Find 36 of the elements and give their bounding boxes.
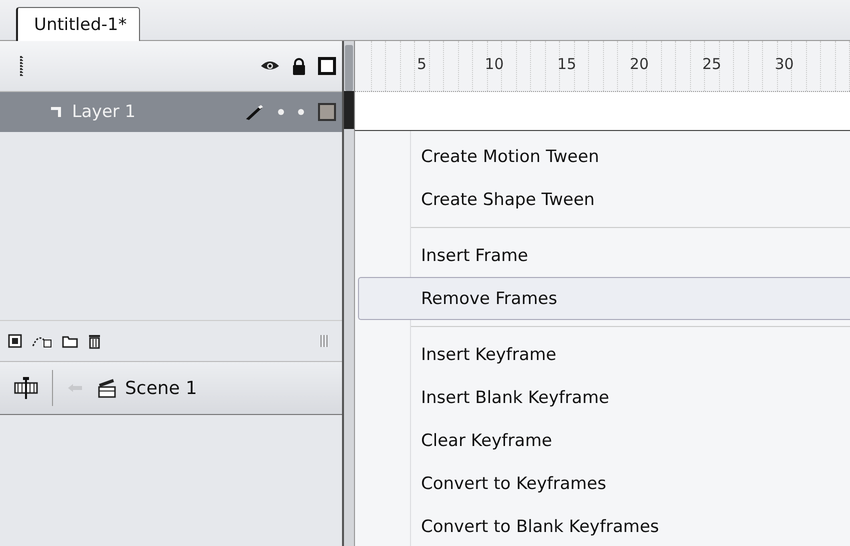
- layer-name: Layer 1: [72, 102, 136, 122]
- pencil-icon: [244, 104, 264, 120]
- frame-number: 30: [774, 55, 794, 73]
- new-layer-icon[interactable]: [8, 334, 22, 348]
- resize-grip-icon[interactable]: [320, 335, 328, 347]
- scrollbar-thumb[interactable]: [345, 45, 353, 91]
- frame-track[interactable]: [355, 92, 850, 132]
- frame-number: 5: [416, 55, 427, 73]
- layer-icon: [50, 106, 62, 118]
- clapperboard-icon: [97, 378, 117, 398]
- menu-item[interactable]: Clear Keyframe: [355, 419, 850, 462]
- frame-ruler[interactable]: 5 10 15 20 25 30: [355, 41, 850, 92]
- layer-color-icon[interactable]: [318, 103, 336, 121]
- film-strip-icon[interactable]: [14, 377, 38, 399]
- outline-icon[interactable]: [318, 57, 336, 75]
- menu-item[interactable]: Insert Keyframe: [355, 333, 850, 376]
- playhead-marker[interactable]: [344, 91, 354, 129]
- folder-icon[interactable]: [62, 334, 78, 348]
- frame-number: 15: [557, 55, 576, 73]
- frame-number: 20: [630, 55, 649, 73]
- menu-item[interactable]: Insert Blank Keyframe: [355, 376, 850, 419]
- frame-number: 10: [484, 55, 504, 73]
- dot-icon[interactable]: [278, 109, 284, 115]
- scene-label[interactable]: Scene 1: [125, 378, 198, 398]
- menu-item[interactable]: Remove Frames: [358, 277, 850, 320]
- drag-handle-icon[interactable]: [20, 56, 24, 76]
- menu-item[interactable]: Insert Frame: [355, 234, 850, 277]
- trash-icon[interactable]: [88, 333, 101, 349]
- document-tab[interactable]: Untitled-1*: [16, 7, 140, 41]
- menu-item[interactable]: Convert to Keyframes: [355, 462, 850, 505]
- frame-number: 25: [702, 55, 722, 73]
- dot-icon[interactable]: [298, 109, 304, 115]
- lock-icon[interactable]: [292, 58, 306, 74]
- menu-item[interactable]: Convert to Blank Keyframes: [355, 505, 850, 546]
- menu-item[interactable]: Create Shape Tween: [355, 178, 850, 221]
- menu-item[interactable]: Create Motion Tween: [355, 135, 850, 178]
